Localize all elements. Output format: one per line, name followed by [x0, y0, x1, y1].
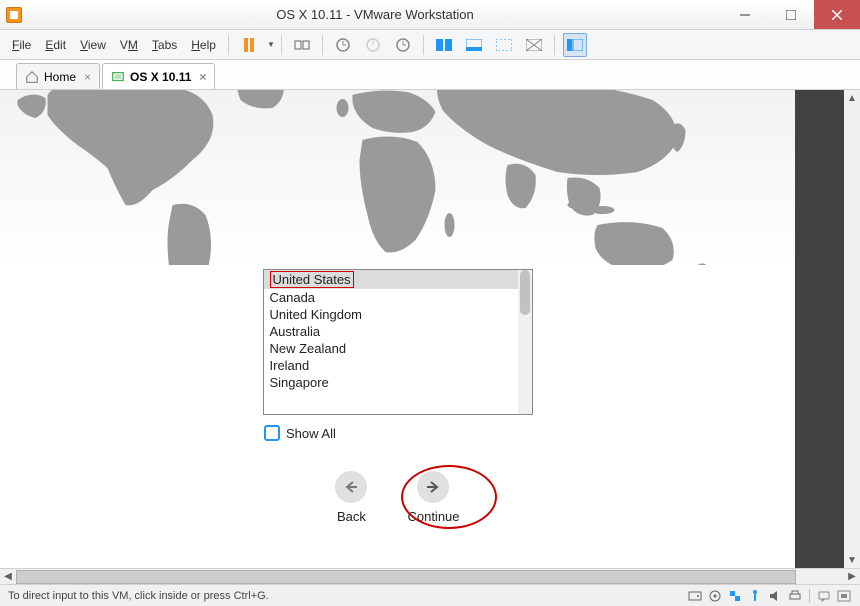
continue-label: Continue: [407, 509, 459, 524]
scrollbar-thumb[interactable]: [520, 270, 530, 315]
library-icon: [567, 39, 583, 51]
world-map: [0, 90, 795, 265]
separator: [554, 35, 555, 55]
network-icon[interactable]: [727, 588, 743, 604]
input-grab-icon[interactable]: [836, 588, 852, 604]
separator: [281, 35, 282, 55]
horizontal-scrollbar[interactable]: ◀ ▶: [0, 568, 860, 584]
separator: [423, 35, 424, 55]
clock-manage-icon: [395, 37, 411, 53]
country-item[interactable]: New Zealand: [264, 340, 518, 357]
screen-split-icon: [436, 39, 452, 51]
app-icon: [6, 7, 22, 23]
scrollbar-thumb[interactable]: [16, 570, 796, 584]
close-button[interactable]: [814, 0, 860, 29]
arrow-right-icon: [424, 478, 442, 496]
tab-label: Home: [44, 70, 76, 84]
revert-snapshot-button[interactable]: [361, 33, 385, 57]
menu-file[interactable]: File: [6, 35, 37, 55]
country-item[interactable]: Australia: [264, 323, 518, 340]
fullscreen-button[interactable]: [432, 33, 456, 57]
tab-osx[interactable]: OS X 10.11 ×: [102, 63, 215, 89]
window-title-bar: OS X 10.11 - VMware Workstation: [0, 0, 860, 30]
send-ctrl-alt-del-button[interactable]: [290, 33, 314, 57]
sound-icon[interactable]: [767, 588, 783, 604]
vm-icon: [111, 70, 125, 84]
scroll-down-icon[interactable]: ▼: [844, 552, 860, 568]
home-icon: [25, 70, 39, 84]
screen-x-icon: [526, 39, 542, 51]
library-toggle-button[interactable]: [563, 33, 587, 57]
country-list[interactable]: United States Canada United Kingdom Aust…: [263, 269, 533, 415]
country-item[interactable]: Canada: [264, 289, 518, 306]
minimize-button[interactable]: [722, 0, 768, 29]
menu-vm[interactable]: VM: [114, 35, 144, 55]
separator: [322, 35, 323, 55]
back-label: Back: [337, 509, 366, 524]
pause-icon: [244, 38, 254, 52]
unity-button[interactable]: [462, 33, 486, 57]
usb-icon[interactable]: [747, 588, 763, 604]
vm-black-border: [795, 90, 844, 568]
printer-icon[interactable]: [787, 588, 803, 604]
message-icon[interactable]: [816, 588, 832, 604]
console-view-button[interactable]: [492, 33, 516, 57]
tab-bar: Home × OS X 10.11 ×: [0, 60, 860, 90]
send-keys-icon: [294, 38, 310, 52]
clock-revert-icon: [365, 37, 381, 53]
content-area: United States Canada United Kingdom Aust…: [0, 90, 860, 568]
menu-tabs[interactable]: Tabs: [146, 35, 183, 55]
country-item[interactable]: Singapore: [264, 374, 518, 391]
scroll-up-icon[interactable]: ▲: [844, 90, 860, 106]
tab-home[interactable]: Home ×: [16, 63, 100, 89]
menu-view[interactable]: View: [74, 35, 112, 55]
separator: [809, 589, 810, 603]
disk-icon[interactable]: [687, 588, 703, 604]
country-item-us[interactable]: United States: [264, 270, 518, 289]
back-button[interactable]: Back: [335, 471, 367, 524]
menu-edit[interactable]: Edit: [39, 35, 72, 55]
menu-help[interactable]: Help: [185, 35, 222, 55]
country-item[interactable]: Ireland: [264, 357, 518, 374]
status-bar: To direct input to this VM, click inside…: [0, 584, 860, 606]
menu-bar: File Edit View VM Tabs Help ▼: [0, 30, 860, 60]
status-hint: To direct input to this VM, click inside…: [8, 590, 687, 602]
separator: [228, 35, 229, 55]
scroll-left-icon[interactable]: ◀: [0, 570, 16, 584]
show-all-checkbox[interactable]: [264, 425, 280, 441]
continue-button[interactable]: Continue: [407, 471, 459, 524]
arrow-left-icon: [342, 478, 360, 496]
scroll-right-icon[interactable]: ▶: [844, 570, 860, 584]
screen-bottom-icon: [466, 39, 482, 51]
pause-button[interactable]: [237, 33, 261, 57]
tab-close-icon[interactable]: ×: [84, 70, 91, 84]
maximize-button[interactable]: [768, 0, 814, 29]
vertical-scrollbar[interactable]: ▲ ▼: [844, 90, 860, 568]
country-item[interactable]: United Kingdom: [264, 306, 518, 323]
cd-icon[interactable]: [707, 588, 723, 604]
clock-icon: [335, 37, 351, 53]
snapshot-button[interactable]: [331, 33, 355, 57]
tab-close-icon[interactable]: ×: [199, 70, 206, 84]
power-dropdown[interactable]: ▼: [267, 40, 275, 49]
vm-display[interactable]: United States Canada United Kingdom Aust…: [0, 90, 795, 568]
tab-label: OS X 10.11: [130, 70, 191, 84]
country-scrollbar[interactable]: [518, 270, 532, 414]
manage-snapshots-button[interactable]: [391, 33, 415, 57]
window-title: OS X 10.11 - VMware Workstation: [28, 7, 722, 22]
screen-dashed-icon: [496, 39, 512, 51]
show-all-label: Show All: [286, 426, 336, 441]
stretch-button[interactable]: [522, 33, 546, 57]
